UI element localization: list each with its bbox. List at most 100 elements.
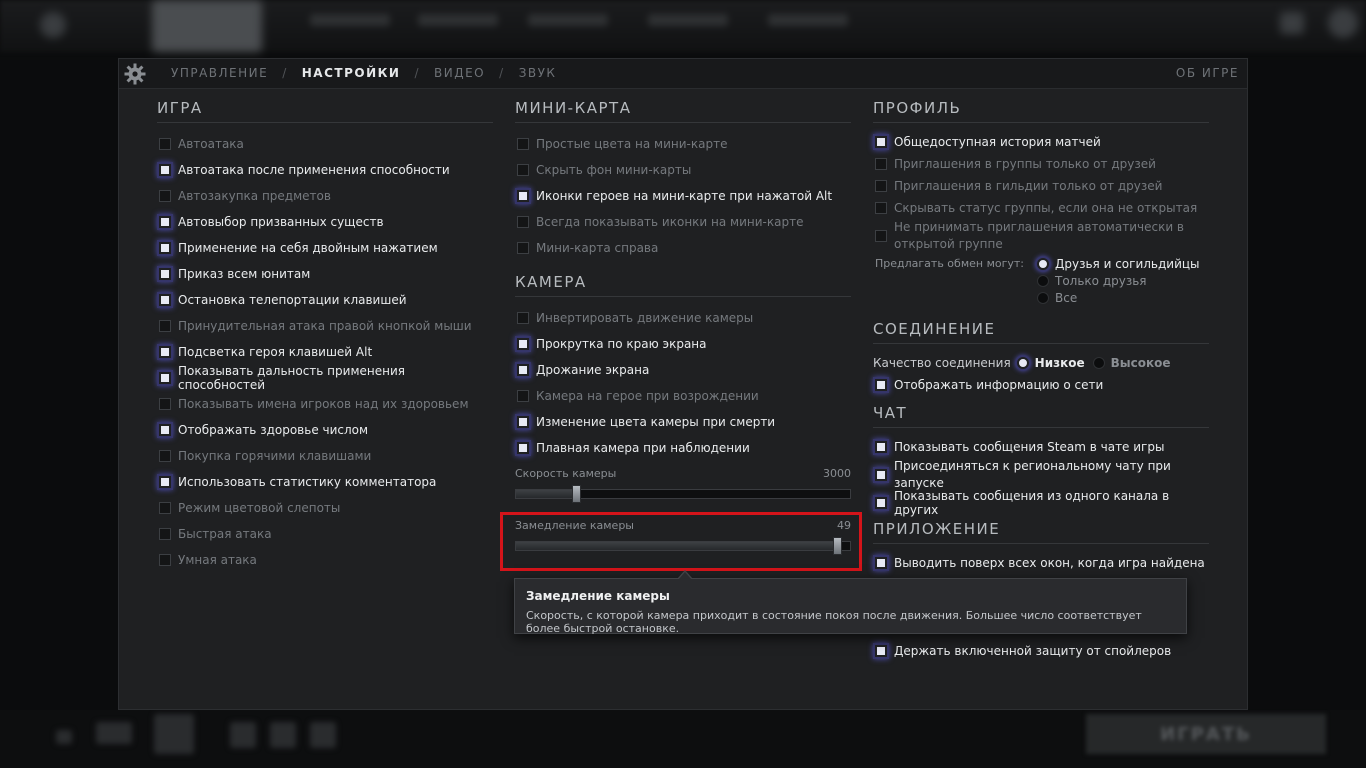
option-checkbox[interactable]: Выводить поверх всех окон, когда игра на… bbox=[873, 552, 1209, 574]
option-checkbox[interactable]: Прокрутка по краю экрана bbox=[515, 331, 851, 357]
option-checkbox[interactable]: Использовать статистику комментатора bbox=[157, 469, 493, 495]
checkbox-box[interactable] bbox=[517, 242, 529, 254]
checkbox-box[interactable] bbox=[517, 138, 529, 150]
option-checkbox[interactable]: Быстрая атака bbox=[157, 521, 493, 547]
camera-speed-slider[interactable]: Скорость камеры 3000 bbox=[515, 467, 851, 503]
checkbox-box[interactable] bbox=[159, 268, 171, 280]
checkbox-box[interactable] bbox=[159, 528, 171, 540]
checkbox-box[interactable] bbox=[517, 390, 529, 402]
checkbox-box[interactable] bbox=[517, 364, 529, 376]
option-checkbox[interactable]: Присоединяться к региональному чату при … bbox=[873, 458, 1209, 492]
option-checkbox[interactable]: Показывать сообщения из одного канала в … bbox=[873, 489, 1209, 517]
option-checkbox[interactable]: Автоатака после применения способности bbox=[157, 157, 493, 183]
checkbox-box[interactable] bbox=[875, 379, 887, 391]
option-checkbox[interactable]: Отображать здоровье числом bbox=[157, 417, 493, 443]
option-checkbox[interactable]: Автовыбор призванных существ bbox=[157, 209, 493, 235]
radio-option[interactable]: Все bbox=[1037, 289, 1200, 306]
tab-about[interactable]: ОБ ИГРЕ bbox=[1176, 66, 1239, 80]
checkbox-box[interactable] bbox=[159, 294, 171, 306]
option-checkbox[interactable]: Камера на герое при возрождении bbox=[515, 383, 851, 409]
radio-button[interactable] bbox=[1037, 257, 1049, 270]
option-checkbox[interactable]: Скрыть фон мини-карты bbox=[515, 157, 851, 183]
play-button[interactable]: ИГРАТЬ bbox=[1086, 714, 1326, 754]
option-checkbox[interactable]: Режим цветовой слепоты bbox=[157, 495, 493, 521]
option-checkbox[interactable]: Плавная камера при наблюдении bbox=[515, 435, 851, 461]
option-checkbox[interactable]: Показывать сообщения Steam в чате игры bbox=[873, 436, 1209, 458]
radio-option[interactable]: Только друзья bbox=[1037, 272, 1200, 289]
checkbox-box[interactable] bbox=[159, 450, 171, 462]
radio-button[interactable] bbox=[1016, 357, 1029, 369]
checkbox-box[interactable] bbox=[875, 497, 887, 509]
camera-slowdown-slider[interactable]: Замедление камеры 49 bbox=[500, 512, 862, 571]
option-checkbox[interactable]: Инвертировать движение камеры bbox=[515, 305, 851, 331]
checkbox-box[interactable] bbox=[159, 320, 171, 332]
checkbox-box[interactable] bbox=[159, 216, 171, 228]
option-checkbox[interactable]: Автоатака bbox=[157, 131, 493, 157]
tab-controls[interactable]: УПРАВЛЕНИЕ bbox=[171, 66, 268, 80]
option-checkbox[interactable]: Применение на себя двойным нажатием bbox=[157, 235, 493, 261]
camera-speed-track[interactable] bbox=[515, 485, 851, 503]
radio-option[interactable]: Высокое bbox=[1092, 355, 1171, 372]
option-checkbox[interactable]: Приглашения в группы только от друзей bbox=[873, 153, 1209, 175]
checkbox-box[interactable] bbox=[159, 476, 171, 488]
option-checkbox[interactable]: Приказ всем юнитам bbox=[157, 261, 493, 287]
checkbox-box[interactable] bbox=[875, 158, 887, 170]
checkbox-box[interactable] bbox=[159, 398, 171, 410]
option-checkbox[interactable]: Скрывать статус группы, если она не откр… bbox=[873, 197, 1209, 219]
option-checkbox[interactable]: Умная атака bbox=[157, 547, 493, 573]
checkbox-box[interactable] bbox=[159, 424, 171, 436]
option-checkbox[interactable]: Изменение цвета камеры при смерти bbox=[515, 409, 851, 435]
checkbox-box[interactable] bbox=[875, 230, 887, 242]
radio-button[interactable] bbox=[1037, 291, 1049, 304]
checkbox-box[interactable] bbox=[875, 202, 887, 214]
option-checkbox[interactable]: Покупка горячими клавишами bbox=[157, 443, 493, 469]
option-checkbox[interactable]: Не принимать приглашения автоматически в… bbox=[873, 219, 1209, 253]
radio-option[interactable]: Низкое bbox=[1016, 355, 1085, 372]
checkbox-box[interactable] bbox=[875, 557, 887, 569]
checkbox-box[interactable] bbox=[875, 645, 887, 657]
checkbox-box[interactable] bbox=[159, 242, 171, 254]
checkbox-box[interactable] bbox=[159, 346, 171, 358]
checkbox-box[interactable] bbox=[517, 312, 529, 324]
camera-speed-handle[interactable] bbox=[572, 485, 582, 503]
checkbox-box[interactable] bbox=[875, 441, 887, 453]
checkbox-box[interactable] bbox=[517, 216, 529, 228]
option-checkbox[interactable]: Показывать имена игроков над их здоровье… bbox=[157, 391, 493, 417]
option-checkbox[interactable]: Остановка телепортации клавишей bbox=[157, 287, 493, 313]
option-checkbox[interactable]: Приглашения в гильдии только от друзей bbox=[873, 175, 1209, 197]
checkbox-box[interactable] bbox=[517, 442, 529, 454]
tab-settings[interactable]: НАСТРОЙКИ bbox=[302, 66, 401, 80]
checkbox-box[interactable] bbox=[517, 190, 529, 202]
option-checkbox[interactable]: Общедоступная история матчей bbox=[873, 131, 1209, 153]
radio-option[interactable]: Друзья и согильдийцы bbox=[1037, 255, 1200, 272]
option-checkbox[interactable]: Иконки героев на мини-карте при нажатой … bbox=[515, 183, 851, 209]
checkbox-box[interactable] bbox=[159, 554, 171, 566]
radio-button[interactable] bbox=[1092, 357, 1105, 369]
option-checkbox[interactable]: Принудительная атака правой кнопкой мыши bbox=[157, 313, 493, 339]
tab-sound[interactable]: ЗВУК bbox=[519, 66, 557, 80]
option-checkbox[interactable]: Показывать дальность применения способно… bbox=[157, 364, 493, 392]
option-checkbox[interactable]: Мини-карта справа bbox=[515, 235, 851, 261]
checkbox-box[interactable] bbox=[517, 338, 529, 350]
checkbox-box[interactable] bbox=[159, 502, 171, 514]
option-checkbox[interactable]: Простые цвета на мини-карте bbox=[515, 131, 851, 157]
radio-button[interactable] bbox=[1037, 274, 1049, 287]
gear-icon[interactable] bbox=[123, 62, 147, 86]
option-checkbox[interactable]: Подсветка героя клавишей Alt bbox=[157, 339, 493, 365]
checkbox-box[interactable] bbox=[517, 164, 529, 176]
camera-slowdown-track[interactable] bbox=[515, 537, 851, 555]
checkbox-box[interactable] bbox=[159, 164, 171, 176]
tab-video[interactable]: ВИДЕО bbox=[434, 66, 485, 80]
checkbox-box[interactable] bbox=[875, 136, 887, 148]
option-checkbox[interactable]: Отображать информацию о сети bbox=[873, 374, 1209, 396]
checkbox-box[interactable] bbox=[159, 138, 171, 150]
checkbox-box[interactable] bbox=[159, 190, 171, 202]
option-checkbox[interactable]: Дрожание экрана bbox=[515, 357, 851, 383]
checkbox-box[interactable] bbox=[159, 372, 171, 384]
camera-slowdown-handle[interactable] bbox=[832, 537, 842, 555]
checkbox-box[interactable] bbox=[875, 180, 887, 192]
spoiler-protection-checkbox[interactable]: Держать включенной защиту от спойлеров bbox=[873, 640, 1209, 662]
checkbox-box[interactable] bbox=[875, 469, 887, 481]
option-checkbox[interactable]: Всегда показывать иконки на мини-карте bbox=[515, 209, 851, 235]
option-checkbox[interactable]: Автозакупка предметов bbox=[157, 183, 493, 209]
